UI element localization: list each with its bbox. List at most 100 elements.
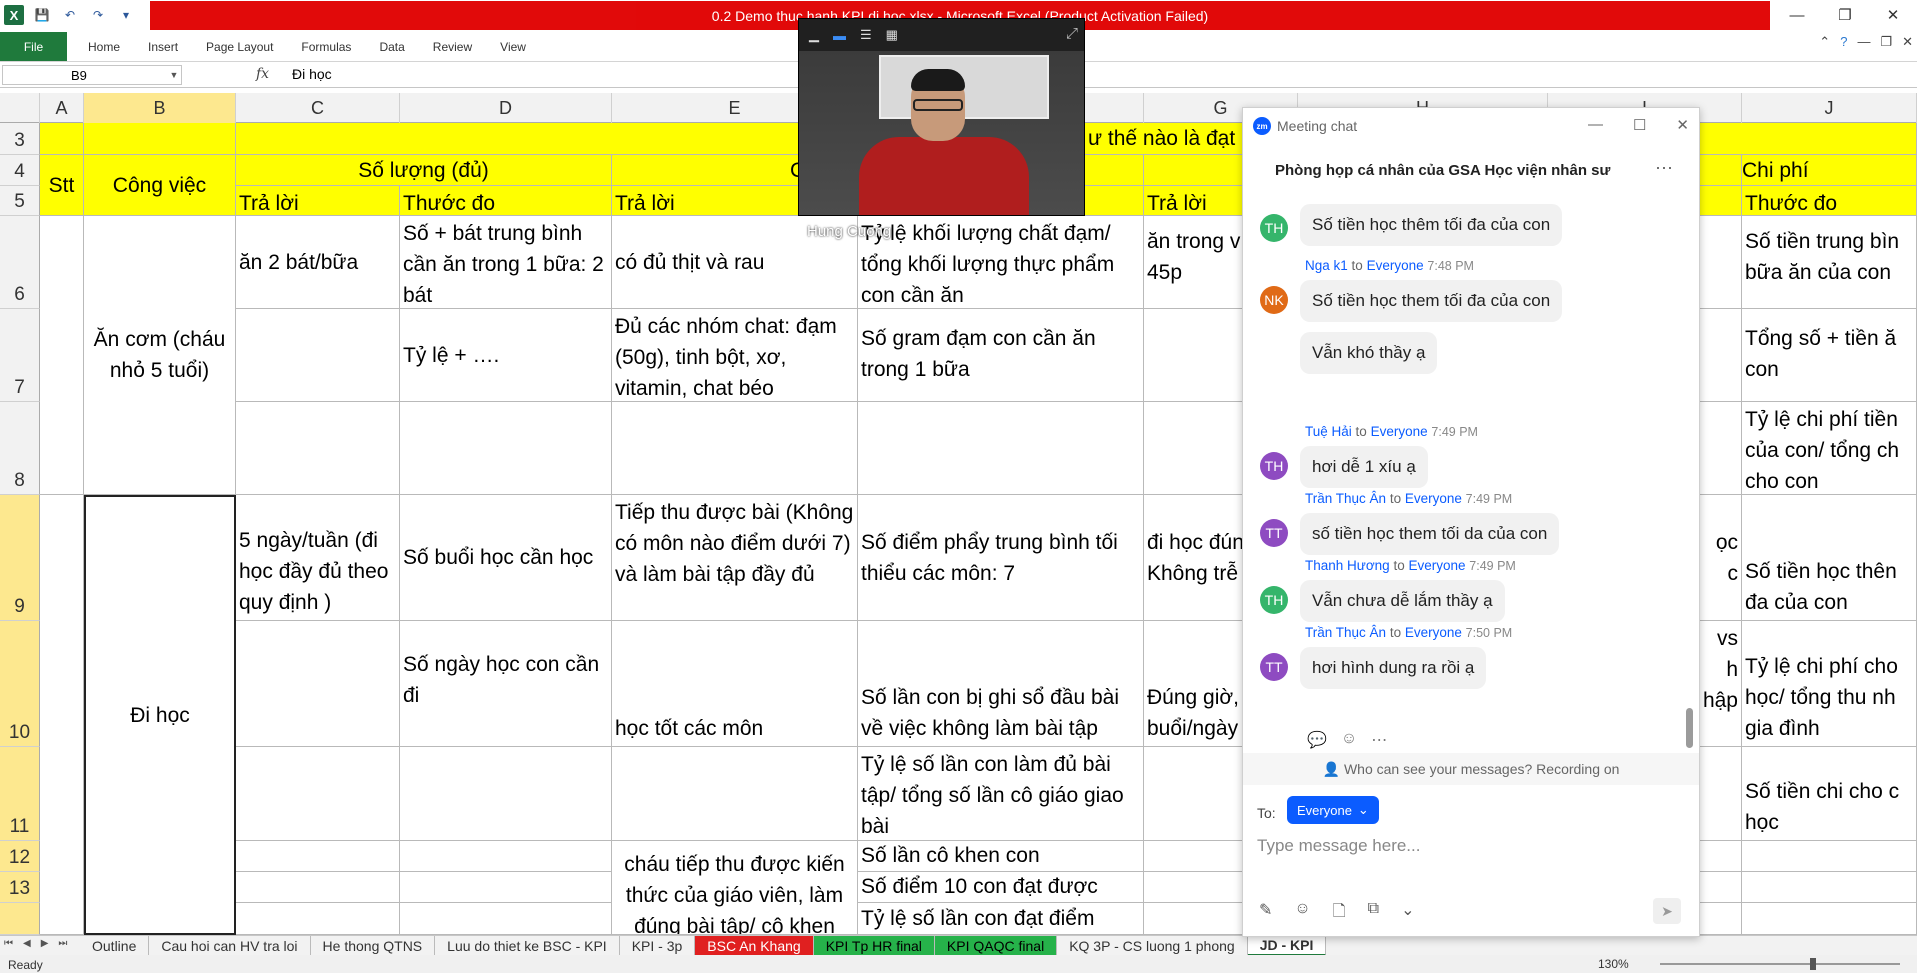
tab-formulas[interactable]: Formulas: [287, 40, 365, 54]
cell-c14[interactable]: [236, 903, 400, 935]
minimize-video-icon[interactable]: ▁: [809, 27, 819, 43]
file-icon[interactable]: 🗋: [1333, 900, 1346, 927]
cell-d6[interactable]: Số + bát trung bình cần ăn trong 1 bữa: …: [400, 216, 612, 309]
stack-view-icon[interactable]: ☰: [860, 27, 872, 43]
send-button[interactable]: ➤: [1653, 898, 1681, 924]
cell-f6[interactable]: Tỷ lệ khối lượng chất đạm/ tổng khối lượ…: [858, 216, 1144, 309]
cell-c10[interactable]: [236, 621, 400, 747]
row-header-5[interactable]: 5: [0, 186, 40, 216]
recipient-dropdown[interactable]: Everyone ⌄: [1287, 796, 1379, 824]
chat-close-icon[interactable]: ✕: [1676, 116, 1689, 134]
cell-c7[interactable]: [236, 309, 400, 402]
cell-c8[interactable]: [236, 402, 400, 495]
cell-j12[interactable]: [1742, 841, 1917, 872]
save-icon[interactable]: 💾: [32, 5, 52, 25]
cell-c12[interactable]: [236, 841, 400, 872]
help-icon[interactable]: ?: [1840, 34, 1847, 50]
customize-quick-access-icon[interactable]: ▾: [116, 5, 136, 25]
tab-insert[interactable]: Insert: [134, 40, 192, 54]
cell-j10[interactable]: Tỷ lệ chi phí cho học/ tổng thu nh gia đ…: [1742, 621, 1917, 747]
sheet-tab-kpi-tp-hr[interactable]: KPI Tp HR final: [813, 936, 935, 956]
chat-maximize-icon[interactable]: ☐: [1633, 116, 1646, 134]
cell-f8[interactable]: [858, 402, 1144, 495]
emoji-react-icon[interactable]: ☺: [1341, 730, 1357, 750]
row-header-10[interactable]: 10: [0, 621, 40, 747]
row-header-14[interactable]: [0, 903, 40, 935]
row-header-13[interactable]: 13: [0, 872, 40, 903]
cell-c6[interactable]: ăn 2 bát/bữa: [236, 216, 400, 309]
sheet-tab-he-thong[interactable]: He thong QTNS: [311, 936, 436, 956]
row-header-6[interactable]: 6: [0, 216, 40, 309]
row-header-11[interactable]: 11: [0, 747, 40, 841]
chat-scrollbar[interactable]: [1686, 708, 1693, 748]
row-header-4[interactable]: 4: [0, 155, 40, 186]
cell-j7[interactable]: Tổng số + tiền ă con: [1742, 309, 1917, 402]
zoom-slider-knob[interactable]: [1810, 958, 1816, 970]
sheet-tab-outline[interactable]: Outline: [80, 936, 150, 956]
cell-a6-8[interactable]: [40, 216, 84, 495]
cell-d10[interactable]: Số ngày học con cần đi: [400, 621, 612, 747]
row-header-7[interactable]: 7: [0, 309, 40, 402]
cell-c9[interactable]: 5 ngày/tuần (đi học đầy đủ theo quy định…: [236, 495, 400, 621]
close-icon[interactable]: ✕: [1869, 0, 1917, 30]
restore-workbook-icon[interactable]: ❐: [1880, 34, 1892, 50]
cell-j9[interactable]: Số tiền học thên đa của con: [1742, 495, 1917, 621]
cell-f9[interactable]: Số điểm phẩy trung bình tối thiểu các mô…: [858, 495, 1144, 621]
cell-f10[interactable]: Số lần con bị ghi sổ đầu bài về việc khô…: [858, 621, 1144, 747]
sheet-tab-kpi-3p[interactable]: KPI - 3p: [620, 936, 696, 956]
tab-review[interactable]: Review: [419, 40, 486, 54]
cell-d9[interactable]: Số buổi học cần học: [400, 495, 612, 621]
column-header-d[interactable]: D: [400, 93, 612, 123]
more-chevron-icon[interactable]: ⌄: [1401, 900, 1414, 927]
cell-d13[interactable]: [400, 872, 612, 903]
cell-f11[interactable]: Tỷ lệ số lần con làm đủ bài tập/ tổng số…: [858, 747, 1144, 841]
cell-f13[interactable]: Số điểm 10 con đạt được: [858, 872, 1144, 903]
name-box[interactable]: B9: [2, 65, 182, 85]
first-sheet-icon[interactable]: ⏮: [4, 938, 13, 949]
next-sheet-icon[interactable]: ▶: [41, 938, 49, 949]
header-tra-loi-c[interactable]: Trả lời: [236, 186, 400, 216]
cell-j8[interactable]: Tỷ lệ chi phí tiền của con/ tổng ch cho …: [1742, 402, 1917, 495]
sheet-tab-cau-hoi[interactable]: Cau hoi can HV tra loi: [149, 936, 311, 956]
column-header-j[interactable]: J: [1742, 93, 1917, 123]
cell-d11[interactable]: [400, 747, 612, 841]
prev-sheet-icon[interactable]: ◀: [23, 938, 31, 949]
message-input[interactable]: Type message here...: [1257, 836, 1420, 856]
header-thuoc-do-j[interactable]: Thước đo: [1742, 186, 1917, 216]
row-header-8[interactable]: 8: [0, 402, 40, 495]
video-tile[interactable]: ▁ ▬ ☰ ▦ ⤢ Hung Cuong: [798, 18, 1085, 240]
sheet-tab-jd-kpi[interactable]: JD - KPI: [1247, 936, 1327, 956]
cell-e12[interactable]: cháu tiếp thu được kiến thức của giáo vi…: [612, 841, 858, 935]
cell-f7[interactable]: Số gram đạm con cần ăn trong 1 bữa: [858, 309, 1144, 402]
cell-j14[interactable]: [1742, 903, 1917, 935]
header-chi-phi[interactable]: Chi phí: [1742, 155, 1917, 186]
undo-icon[interactable]: ↶: [60, 5, 80, 25]
cell-b6[interactable]: Ăn cơm (cháu nhỏ 5 tuổi): [84, 216, 236, 495]
header-cong-viec[interactable]: Công việc: [84, 155, 236, 216]
cell-d12[interactable]: [400, 841, 612, 872]
sheet-tab-kq-3p[interactable]: KQ 3P - CS luong 1 phong: [1057, 936, 1248, 956]
chat-minimize-icon[interactable]: —: [1588, 116, 1603, 134]
row-header-12[interactable]: 12: [0, 841, 40, 872]
close-workbook-icon[interactable]: ✕: [1902, 34, 1913, 50]
more-actions-icon[interactable]: ⋯: [1371, 730, 1387, 750]
insert-function-icon[interactable]: fx: [256, 66, 269, 82]
cell-e7[interactable]: Đủ các nhóm chat: đạm (50g), tinh bột, x…: [612, 309, 858, 402]
header-so-luong[interactable]: Số lượng (đủ): [236, 155, 612, 186]
header-stt[interactable]: Stt: [40, 155, 84, 216]
collapse-ribbon-icon[interactable]: ⌃: [1819, 34, 1830, 50]
cell-f14[interactable]: Tỷ lệ số lần con đạt điểm: [858, 903, 1144, 935]
more-options-icon[interactable]: ⋯: [1655, 158, 1673, 179]
zoom-level[interactable]: 130%: [1598, 957, 1629, 971]
zoom-slider[interactable]: [1660, 963, 1900, 965]
redo-icon[interactable]: ↷: [88, 5, 108, 25]
cell-e9[interactable]: Tiếp thu được bài (Không có môn nào điểm…: [612, 495, 858, 621]
cell-b3[interactable]: [84, 123, 236, 155]
tab-view[interactable]: View: [486, 40, 540, 54]
reply-icon[interactable]: 💬: [1307, 730, 1327, 750]
screenshot-icon[interactable]: ⧉: [1368, 900, 1379, 927]
cell-d14[interactable]: [400, 903, 612, 935]
minimize-icon[interactable]: —: [1773, 0, 1821, 30]
cell-d7[interactable]: Tỷ lệ + ….: [400, 309, 612, 402]
cell-a9-14[interactable]: [40, 495, 84, 935]
